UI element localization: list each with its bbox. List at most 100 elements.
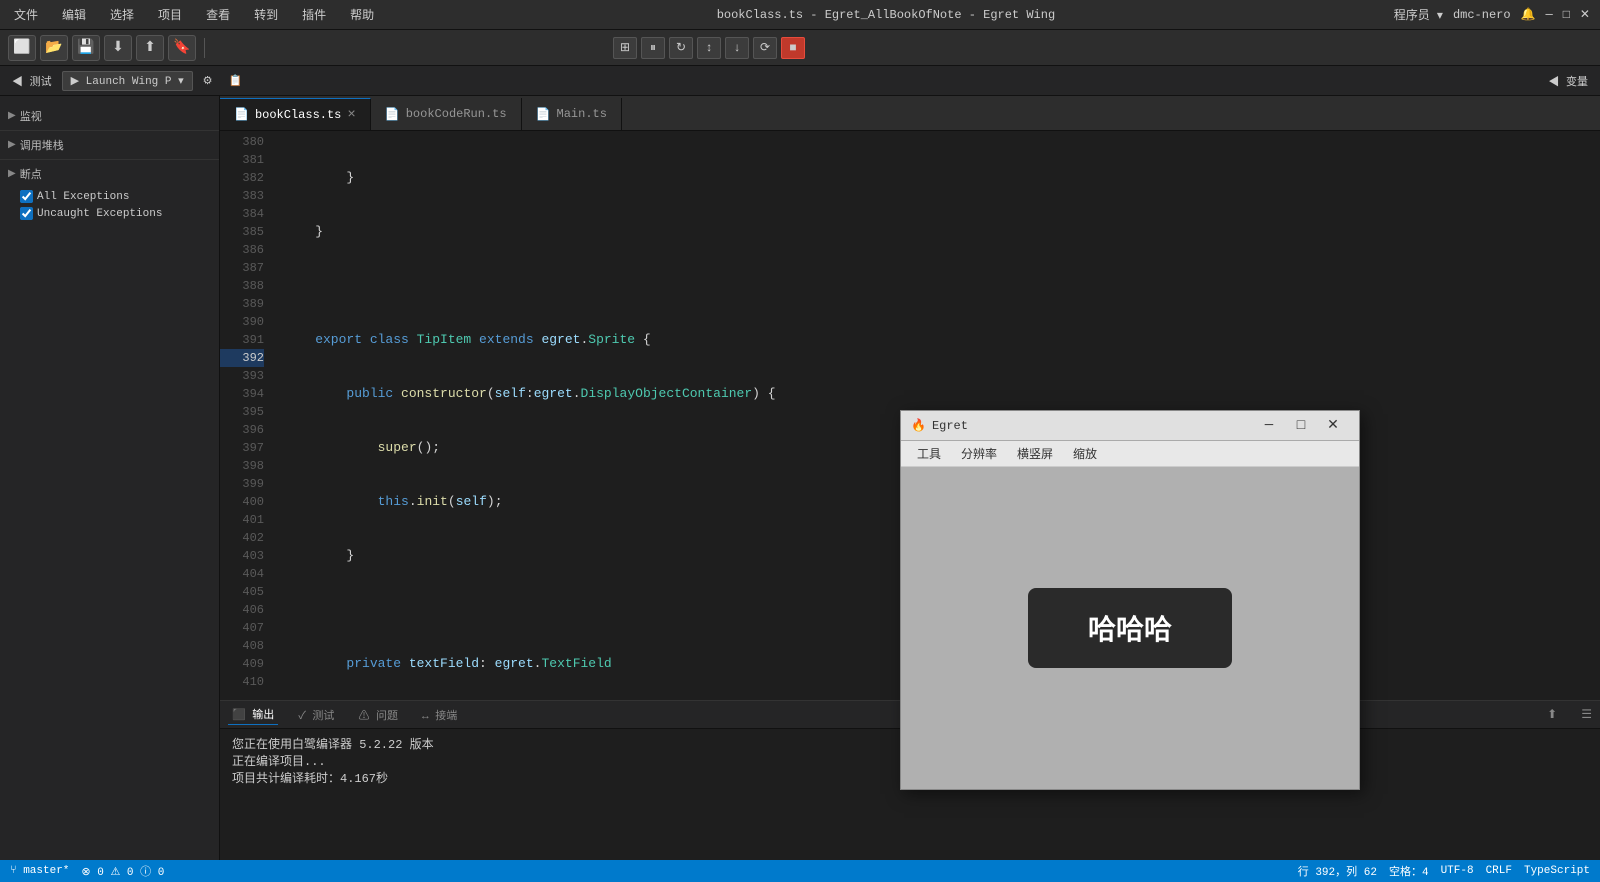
line-403: 403 [220,547,264,565]
watch-label: 监视 [20,108,42,124]
btab-test[interactable]: ✓ 测试 [294,705,338,725]
line-394: 394 [220,385,264,403]
line-ending[interactable]: CRLF [1486,865,1512,877]
egret-menu-orientation[interactable]: 横竖屏 [1009,443,1061,464]
language-mode[interactable]: TypeScript [1524,865,1590,877]
egret-menu-resolution[interactable]: 分辨率 [953,443,1005,464]
line-410: 410 [220,673,264,691]
cursor-position[interactable]: 行 392，列 62 [1298,863,1377,879]
tab-close-bookclass[interactable]: × [347,107,355,123]
btab-output[interactable]: ⬛ 输出 [228,704,278,725]
download-button[interactable]: ⬇ [104,35,132,61]
uncaught-exceptions-label: Uncaught Exceptions [37,208,162,220]
line-397: 397 [220,439,264,457]
divider1 [0,130,219,131]
breakpoints-label: 断点 [20,166,42,182]
secondary-toolbar: ◀ 测试 ▶ Launch Wing P ▾ ⚙ 📋 ◀ 变量 [0,66,1600,96]
titlebar-menus: 文件 编辑 选择 项目 查看 转到 插件 帮助 [10,4,378,25]
sidebar-breakpoints[interactable]: ▶ 断点 [0,162,219,186]
tab-label-main: Main.ts [557,107,607,121]
tab-bookcoderun[interactable]: 📄 bookCodeRun.ts [371,98,522,130]
egret-title-left: 🔥 Egret [911,418,968,433]
bottom-collapse[interactable]: ☰ [1581,707,1592,722]
new-file-button[interactable]: ⬜ [8,35,36,61]
debug-reload-button[interactable]: ⟳ [753,37,777,59]
debug-refresh-button[interactable]: ↻ [669,37,693,59]
indentation[interactable]: 空格：4 [1389,863,1429,879]
sidebar-watch[interactable]: ▶ 监视 [0,104,219,128]
sidebar-callstack[interactable]: ▶ 调用堆栈 [0,133,219,157]
egret-maximize[interactable]: □ [1285,412,1317,440]
notification-icon[interactable]: 🔔 [1521,7,1536,22]
bottom-expand[interactable]: ⬆ [1547,707,1557,722]
launch-button[interactable]: ▶ Launch Wing P ▾ [62,71,193,91]
menu-goto[interactable]: 转到 [250,4,282,25]
gear-button[interactable]: ⚙ [197,72,219,90]
debug-stop-button[interactable]: ■ [781,37,805,59]
menu-help[interactable]: 帮助 [346,4,378,25]
statusbar-left: ⑂ master* ⊗ 0 ⚠ 0 ⓘ 0 [10,863,164,879]
egret-game-button[interactable]: 哈哈哈 [1028,588,1232,668]
save-all-button[interactable]: 💾 [72,35,100,61]
egret-close[interactable]: ✕ [1317,412,1349,440]
line-380: 380 [220,133,264,151]
win-maximize[interactable]: □ [1563,8,1570,22]
debug-grid-button[interactable]: ⊞ [613,37,637,59]
line-396: 396 [220,421,264,439]
egret-title: Egret [932,419,968,433]
line-385: 385 [220,223,264,241]
git-branch[interactable]: ⑂ master* [10,865,69,877]
tab-bookclass[interactable]: 📄 bookClass.ts × [220,98,371,130]
encoding[interactable]: UTF-8 [1441,865,1474,877]
upload-button[interactable]: ⬆ [136,35,164,61]
code-line-380: } [284,169,1600,187]
editor-tabs: 📄 bookClass.ts × 📄 bookCodeRun.ts 📄 Main… [220,96,1600,131]
line-386: 386 [220,241,264,259]
uncaught-exceptions-checkbox[interactable]: Uncaught Exceptions [20,207,199,220]
debug-step-over-button[interactable]: ↕ [697,37,721,59]
error-count[interactable]: ⊗ 0 ⚠ 0 ⓘ 0 [81,863,164,879]
line-numbers: 380 381 382 383 384 385 386 387 388 389 … [220,131,272,700]
win-close[interactable]: ✕ [1580,7,1590,22]
all-exceptions-label: All Exceptions [37,191,129,203]
all-exceptions-checkbox[interactable]: All Exceptions [20,190,199,203]
line-401: 401 [220,511,264,529]
line-409: 409 [220,655,264,673]
win-minimize[interactable]: ─ [1546,8,1553,22]
debug-pause-button[interactable]: ⏸ [641,37,665,59]
line-388: 388 [220,277,264,295]
main-area: ▶ 监视 ▶ 调用堆栈 ▶ 断点 All Exceptions Uncaught… [0,96,1600,860]
code-line-381: } [284,223,1600,241]
open-file-button[interactable]: 📂 [40,35,68,61]
menu-plugin[interactable]: 插件 [298,4,330,25]
btab-problems[interactable]: ⚠ 问题 [354,705,402,725]
sidebar: ▶ 监视 ▶ 调用堆栈 ▶ 断点 All Exceptions Uncaught… [0,96,220,860]
menu-select[interactable]: 选择 [106,4,138,25]
line-382: 382 [220,169,264,187]
tab-main[interactable]: 📄 Main.ts [522,98,622,130]
egret-minimize[interactable]: ─ [1253,412,1285,440]
bookmark-button[interactable]: 🔖 [168,35,196,61]
titlebar-right: 程序员 ▾ dmc-nero 🔔 ─ □ ✕ [1394,6,1590,23]
debug-step-into-button[interactable]: ↓ [725,37,749,59]
menu-file[interactable]: 文件 [10,4,42,25]
vars-label: ◀ 变量 [1542,71,1594,91]
menu-project[interactable]: 项目 [154,4,186,25]
user-name: dmc-nero [1453,8,1511,22]
tab-icon-bookcoderun: 📄 [385,107,400,122]
callstack-label: 调用堆栈 [20,137,64,153]
divider2 [0,159,219,160]
window-title: bookClass.ts - Egret_AllBookOfNote - Egr… [717,8,1055,22]
line-402: 402 [220,529,264,547]
code-line-382 [284,277,1600,295]
main-toolbar: ⬜ 📂 💾 ⬇ ⬆ 🔖 ⊞ ⏸ ↻ ↕ ↓ ⟳ ■ [0,30,1600,66]
menu-edit[interactable]: 编辑 [58,4,90,25]
line-391: 391 [220,331,264,349]
code-line-384: public constructor(self:egret.DisplayObj… [284,385,1600,403]
egret-menu-zoom[interactable]: 缩放 [1065,443,1105,464]
line-389: 389 [220,295,264,313]
egret-menu-tools[interactable]: 工具 [909,443,949,464]
btab-terminal[interactable]: ↔ 接端 [418,705,461,725]
menu-view[interactable]: 查看 [202,4,234,25]
settings-icon[interactable]: 📋 [222,72,248,90]
